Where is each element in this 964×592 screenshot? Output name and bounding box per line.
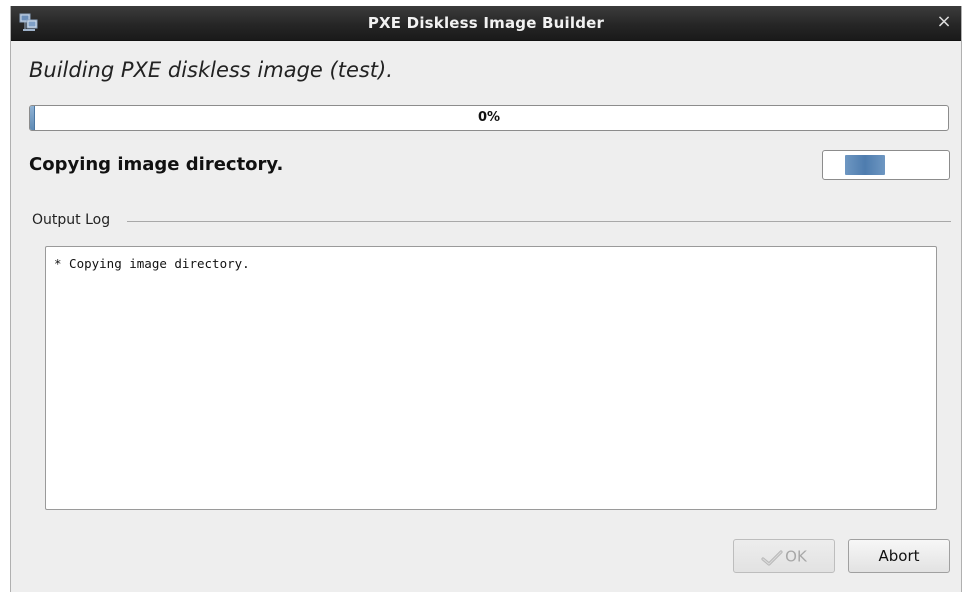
dialog-window: PXE Diskless Image Builder × Building PX…	[10, 6, 962, 592]
window-title: PXE Diskless Image Builder	[367, 14, 605, 32]
output-log-textarea[interactable]: * Copying image directory.	[45, 246, 937, 510]
progress-bar: 0%	[29, 105, 949, 131]
ok-button-label: OK	[785, 547, 807, 566]
ok-button[interactable]: OK	[733, 539, 835, 573]
progress-percent-label: 0%	[477, 110, 501, 125]
abort-button[interactable]: Abort	[848, 539, 950, 573]
page-heading: Building PXE diskless image (test).	[29, 58, 393, 82]
title-bar[interactable]: PXE Diskless Image Builder ×	[11, 6, 961, 41]
status-text: Copying image directory.	[29, 154, 284, 175]
activity-indicator-chunk	[845, 155, 885, 175]
fieldset-divider	[127, 221, 951, 222]
output-log-legend: Output Log	[32, 212, 115, 228]
close-icon[interactable]: ×	[935, 13, 953, 31]
activity-indicator	[822, 150, 950, 180]
log-line: * Copying image directory.	[54, 256, 250, 271]
check-arrow-icon	[761, 546, 783, 566]
